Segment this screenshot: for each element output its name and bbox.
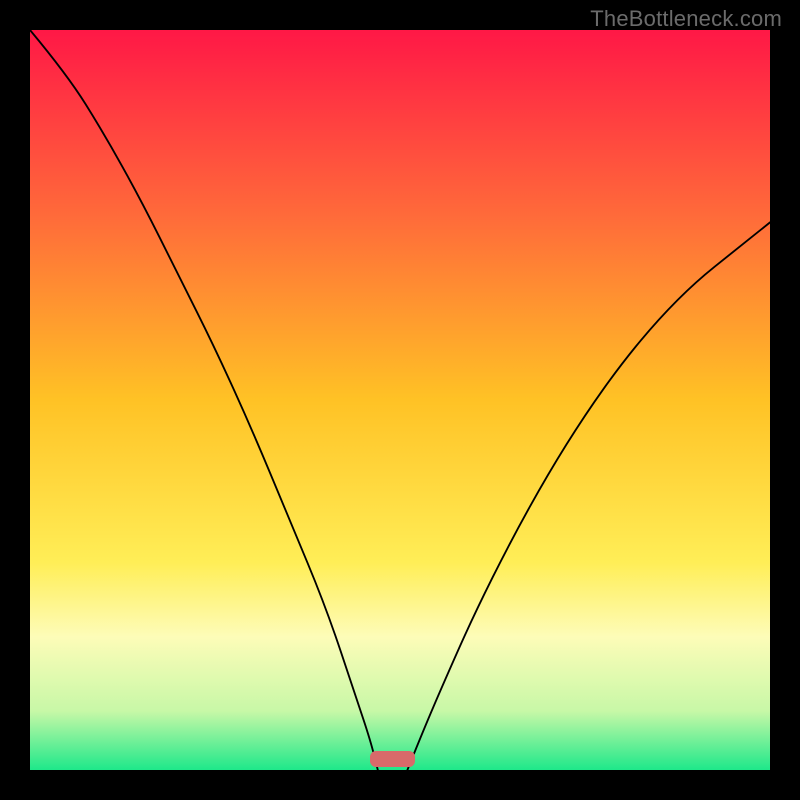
watermark-text: TheBottleneck.com bbox=[590, 6, 782, 32]
optimal-marker bbox=[370, 751, 414, 767]
chart-frame: TheBottleneck.com bbox=[0, 0, 800, 800]
plot-area bbox=[30, 30, 770, 770]
bottleneck-curve bbox=[30, 30, 770, 770]
